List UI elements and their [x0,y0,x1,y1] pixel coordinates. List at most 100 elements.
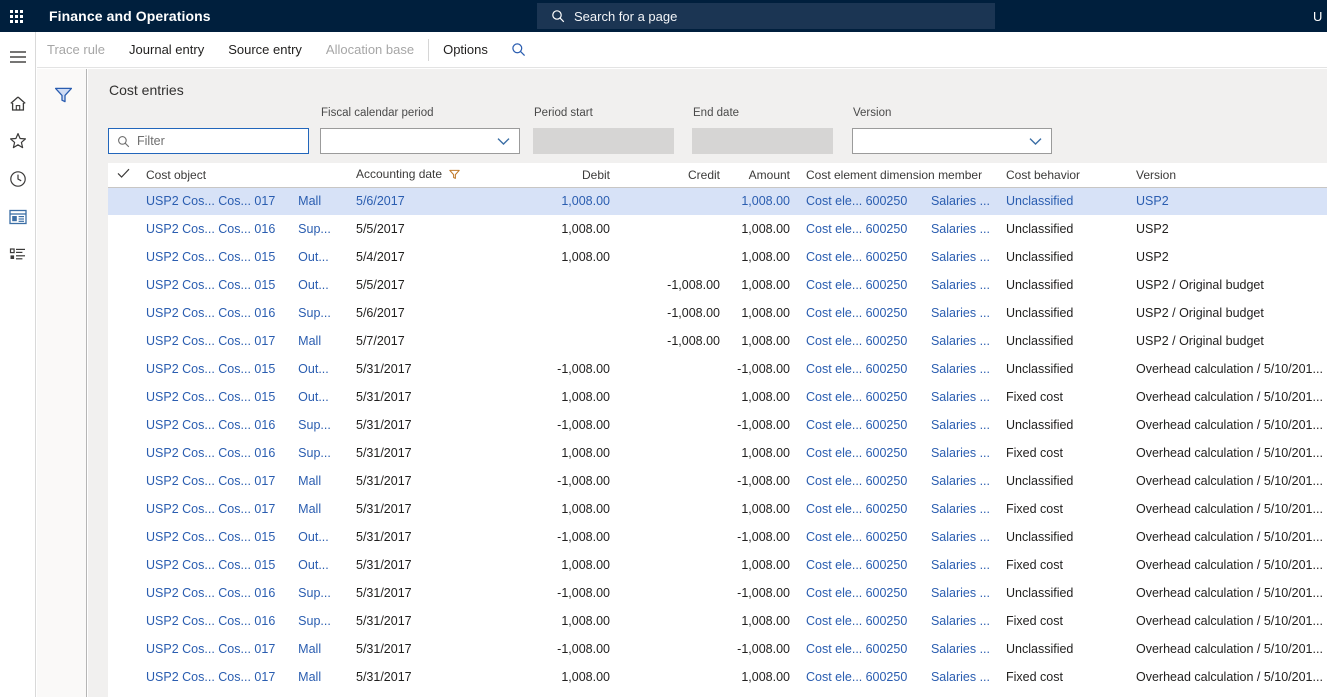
cell-cost-behavior[interactable]: Unclassified [998,243,1128,271]
cell-cost-behavior[interactable]: Unclassified [998,635,1128,663]
dashboard-tile-icon[interactable] [0,198,36,236]
table-row[interactable]: USP2 Cos... Cos... 016 Sup... 5/5/2017 1,… [108,215,1327,243]
cell-credit[interactable] [618,551,728,579]
cell-accounting-date[interactable]: 5/4/2017 [348,243,508,271]
cell-credit[interactable] [618,411,728,439]
table-row[interactable]: USP2 Cos... Cos... 016 Sup... 5/31/2017-… [108,579,1327,607]
row-selector-cell[interactable] [108,299,138,327]
cell-credit[interactable] [618,215,728,243]
cell-cost-behavior[interactable]: Unclassified [998,411,1128,439]
cell-credit[interactable] [618,523,728,551]
cell-debit[interactable]: 1,008.00 [508,551,618,579]
cell-amount[interactable]: 1,008.00 [728,607,798,635]
cell-cost-element-dimension-member[interactable]: Cost ele... 600250 Salaries ... [798,439,998,467]
cell-credit[interactable] [618,467,728,495]
cell-amount[interactable]: -1,008.00 [728,467,798,495]
cell-cost-element-dimension-member[interactable]: Cost ele... 600250 Salaries ... [798,523,998,551]
column-header-cost-element-dimension-member[interactable]: Cost element dimension member [798,163,998,188]
cell-version[interactable]: Overhead calculation / 5/10/201... [1128,579,1327,607]
cell-debit[interactable]: 1,008.00 [508,607,618,635]
cell-accounting-date[interactable]: 5/7/2017 [348,327,508,355]
cell-credit[interactable] [618,383,728,411]
cell-cost-object[interactable]: USP2 Cos... Cos... 015 Out... [138,383,348,411]
cell-credit[interactable] [618,579,728,607]
table-row[interactable]: USP2 Cos... Cos... 017 Mall 5/31/2017 1,0… [108,663,1327,691]
row-selector-cell[interactable] [108,187,138,215]
cell-amount[interactable]: -1,008.00 [728,355,798,383]
row-selector-cell[interactable] [108,327,138,355]
cell-accounting-date[interactable]: 5/5/2017 [348,271,508,299]
cell-version[interactable]: Overhead calculation / 5/10/201... [1128,411,1327,439]
table-row[interactable]: USP2 Cos... Cos... 017 Mall 5/31/2017 1,0… [108,495,1327,523]
table-row[interactable]: USP2 Cos... Cos... 015 Out... 5/31/2017-… [108,355,1327,383]
cell-debit[interactable] [508,327,618,355]
cell-cost-element-dimension-member[interactable]: Cost ele... 600250 Salaries ... [798,663,998,691]
cell-accounting-date[interactable]: 5/31/2017 [348,383,508,411]
cell-credit[interactable]: -1,008.00 [618,299,728,327]
table-row[interactable]: USP2 Cos... Cos... 015 Out... 5/5/2017 -1… [108,271,1327,299]
cell-debit[interactable]: -1,008.00 [508,467,618,495]
cell-debit[interactable]: 1,008.00 [508,243,618,271]
cell-cost-object[interactable]: USP2 Cos... Cos... 017 Mall [138,187,348,215]
cell-cost-object[interactable]: USP2 Cos... Cos... 016 Sup... [138,411,348,439]
cell-cost-behavior[interactable]: Fixed cost [998,607,1128,635]
cell-cost-element-dimension-member[interactable]: Cost ele... 600250 Salaries ... [798,635,998,663]
cell-cost-object[interactable]: USP2 Cos... Cos... 016 Sup... [138,579,348,607]
cell-cost-object[interactable]: USP2 Cos... Cos... 016 Sup... [138,215,348,243]
tab-source-entry[interactable]: Source entry [216,32,314,68]
cell-accounting-date[interactable]: 5/31/2017 [348,355,508,383]
cell-debit[interactable]: 1,008.00 [508,215,618,243]
cell-cost-element-dimension-member[interactable]: Cost ele... 600250 Salaries ... [798,215,998,243]
cell-cost-object[interactable]: USP2 Cos... Cos... 016 Sup... [138,439,348,467]
table-row[interactable]: USP2 Cos... Cos... 015 Out... 5/31/2017 1… [108,383,1327,411]
cell-cost-behavior[interactable]: Unclassified [998,579,1128,607]
cell-cost-element-dimension-member[interactable]: Cost ele... 600250 Salaries ... [798,187,998,215]
cell-amount[interactable]: 1,008.00 [728,663,798,691]
cell-version[interactable]: Overhead calculation / 5/10/201... [1128,355,1327,383]
row-selector-cell[interactable] [108,551,138,579]
filter-funnel-icon[interactable] [52,85,74,105]
row-selector-cell[interactable] [108,243,138,271]
cell-credit[interactable] [618,187,728,215]
cell-version[interactable]: USP2 / Original budget [1128,271,1327,299]
cell-version[interactable]: USP2 [1128,215,1327,243]
cell-amount[interactable]: 1,008.00 [728,495,798,523]
select-all-checkmark[interactable] [108,163,138,188]
cell-cost-element-dimension-member[interactable]: Cost ele... 600250 Salaries ... [798,299,998,327]
cell-debit[interactable]: 1,008.00 [508,439,618,467]
cell-cost-behavior[interactable]: Unclassified [998,215,1128,243]
cell-credit[interactable] [618,635,728,663]
column-header-debit[interactable]: Debit [508,163,618,188]
cell-debit[interactable]: -1,008.00 [508,411,618,439]
row-selector-cell[interactable] [108,663,138,691]
cell-cost-behavior[interactable]: Unclassified [998,327,1128,355]
cell-cost-behavior[interactable]: Unclassified [998,523,1128,551]
cell-cost-element-dimension-member[interactable]: Cost ele... 600250 Salaries ... [798,355,998,383]
version-select[interactable] [852,128,1052,154]
table-row[interactable]: USP2 Cos... Cos... 016 Sup... 5/31/2017 1… [108,607,1327,635]
cell-credit[interactable] [618,243,728,271]
cell-cost-element-dimension-member[interactable]: Cost ele... 600250 Salaries ... [798,411,998,439]
cell-accounting-date[interactable]: 5/6/2017 [348,187,508,215]
cell-cost-object[interactable]: USP2 Cos... Cos... 017 Mall [138,495,348,523]
quick-filter-input[interactable]: Filter [108,128,309,154]
row-selector-cell[interactable] [108,579,138,607]
cell-amount[interactable]: 1,008.00 [728,439,798,467]
cell-amount[interactable]: -1,008.00 [728,411,798,439]
cell-amount[interactable]: -1,008.00 [728,579,798,607]
cell-cost-element-dimension-member[interactable]: Cost ele... 600250 Salaries ... [798,607,998,635]
command-bar-search-icon[interactable] [500,32,537,68]
cell-cost-object[interactable]: USP2 Cos... Cos... 015 Out... [138,551,348,579]
cell-amount[interactable]: -1,008.00 [728,523,798,551]
cell-accounting-date[interactable]: 5/31/2017 [348,439,508,467]
cell-version[interactable]: Overhead calculation / 5/10/201... [1128,495,1327,523]
row-selector-cell[interactable] [108,355,138,383]
clock-icon[interactable] [0,160,36,198]
cell-credit[interactable]: -1,008.00 [618,271,728,299]
cell-amount[interactable]: 1,008.00 [728,271,798,299]
table-row[interactable]: USP2 Cos... Cos... 015 Out... 5/31/2017 1… [108,551,1327,579]
cell-accounting-date[interactable]: 5/6/2017 [348,299,508,327]
cell-version[interactable]: Overhead calculation / 5/10/201... [1128,607,1327,635]
cell-cost-behavior[interactable]: Unclassified [998,467,1128,495]
row-selector-cell[interactable] [108,635,138,663]
